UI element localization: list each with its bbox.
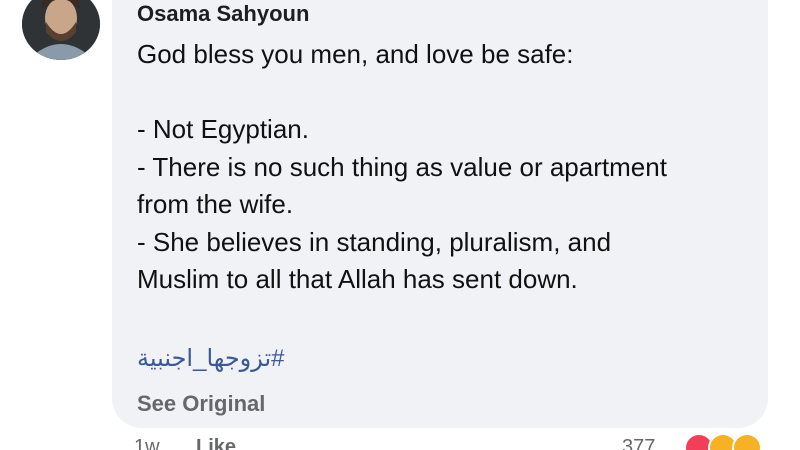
hashtag-link[interactable]: #تزوجها_اجنبية — [137, 344, 285, 373]
avatar[interactable] — [22, 0, 100, 60]
see-original-link[interactable]: See Original — [137, 391, 265, 417]
like-button[interactable]: Like — [196, 436, 236, 450]
comment-line: - She believes in standing, pluralism, a… — [137, 226, 612, 257]
comment-screen: Osama Sahyoun God bless you men, and lov… — [0, 0, 800, 450]
reactions-summary[interactable] — [684, 433, 784, 450]
comment-line: God bless you men, and love be safe: — [137, 39, 574, 69]
avatar-photo — [22, 0, 100, 60]
comment-blank-line — [137, 74, 757, 112]
comment-timestamp[interactable]: 1w — [134, 436, 160, 450]
comment-author[interactable]: Osama Sahyoun — [137, 1, 309, 27]
haha-reaction-icon — [732, 433, 762, 450]
comment-line: from the wife. — [137, 189, 294, 219]
comment-body: God bless you men, and love be safe: - N… — [137, 36, 757, 299]
comment-line: Muslim to all that Allah has sent down. — [137, 264, 578, 294]
comment-line: - Not Egyptian. — [137, 114, 309, 144]
reaction-count[interactable]: 377 — [622, 436, 655, 450]
comment-line: - There is no such thing as value or apa… — [137, 151, 667, 182]
